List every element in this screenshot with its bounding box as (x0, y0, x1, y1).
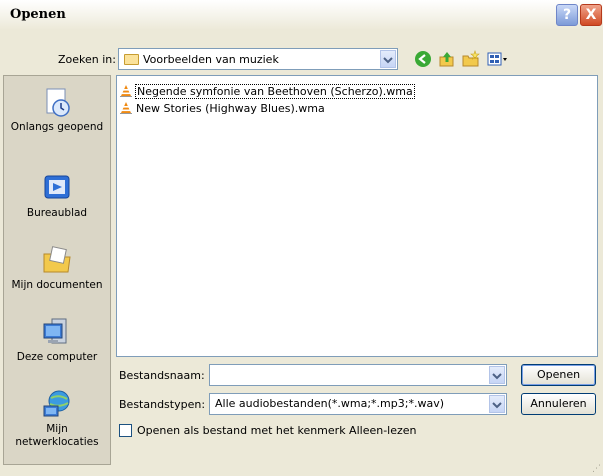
file-name: Negende symfonie van Beethoven (Scherzo)… (135, 84, 415, 99)
dialog-title: Openen (10, 7, 66, 22)
place-label: Deze computer (16, 351, 98, 363)
up-folder-icon[interactable] (438, 50, 456, 68)
place-network[interactable]: Mijn netwerklocaties (4, 388, 110, 449)
cancel-button[interactable]: Annuleren (521, 393, 596, 415)
vlc-icon (120, 85, 132, 97)
place-label: Mijn documenten (11, 279, 103, 291)
back-icon[interactable] (414, 50, 432, 68)
chevron-down-icon[interactable] (489, 395, 505, 413)
file-list[interactable]: Negende symfonie van Beethoven (Scherzo)… (116, 75, 598, 357)
network-icon (41, 388, 73, 420)
open-dialog: Openen ? X Zoeken in: Voorbeelden van mu… (0, 0, 603, 476)
place-label: Onlangs geopend (10, 121, 104, 133)
view-menu-icon[interactable] (486, 50, 510, 68)
vlc-icon (120, 102, 132, 114)
open-button[interactable]: Openen (521, 364, 596, 386)
place-computer[interactable]: Deze computer (4, 316, 110, 364)
file-item[interactable]: Negende symfonie van Beethoven (Scherzo)… (120, 84, 415, 100)
place-recent[interactable]: Onlangs geopend (4, 86, 110, 134)
resize-grip-icon[interactable]: ⋰ (592, 464, 601, 474)
recent-icon (41, 86, 73, 118)
filetype-dropdown[interactable]: Alle audiobestanden(*.wma;*.mp3;*.wav) (209, 393, 507, 415)
chevron-down-icon[interactable] (489, 366, 505, 384)
my-documents-icon (41, 244, 73, 276)
new-folder-icon[interactable] (462, 50, 480, 68)
computer-icon (41, 316, 73, 348)
place-label: Mijn netwerklocaties (15, 423, 99, 448)
file-name: New Stories (Highway Blues).wma (136, 102, 325, 115)
close-button[interactable]: X (580, 4, 602, 26)
filename-label: Bestandsnaam: (119, 369, 205, 382)
look-in-value: Voorbeelden van muziek (143, 53, 279, 66)
filetype-value: Alle audiobestanden(*.wma;*.mp3;*.wav) (215, 397, 444, 410)
chevron-down-icon[interactable] (380, 50, 396, 68)
readonly-checkbox[interactable] (119, 424, 132, 437)
places-bar: Onlangs geopend Bureaublad Mijn document… (3, 75, 111, 465)
place-desktop[interactable]: Bureaublad (4, 172, 110, 220)
look-in-label: Zoeken in: (58, 53, 116, 66)
place-my-documents[interactable]: Mijn documenten (4, 244, 110, 292)
readonly-label[interactable]: Openen als bestand met het kenmerk Allee… (137, 424, 417, 437)
title-bar[interactable]: Openen ? X (0, 0, 603, 30)
filetype-label: Bestandstypen: (119, 398, 206, 411)
folder-icon (124, 54, 139, 65)
file-item[interactable]: New Stories (Highway Blues).wma (120, 101, 326, 117)
help-button[interactable]: ? (556, 4, 578, 26)
desktop-icon (41, 172, 73, 204)
look-in-dropdown[interactable]: Voorbeelden van muziek (118, 48, 398, 70)
place-label: Bureaublad (26, 207, 88, 219)
filename-input[interactable] (209, 364, 507, 386)
